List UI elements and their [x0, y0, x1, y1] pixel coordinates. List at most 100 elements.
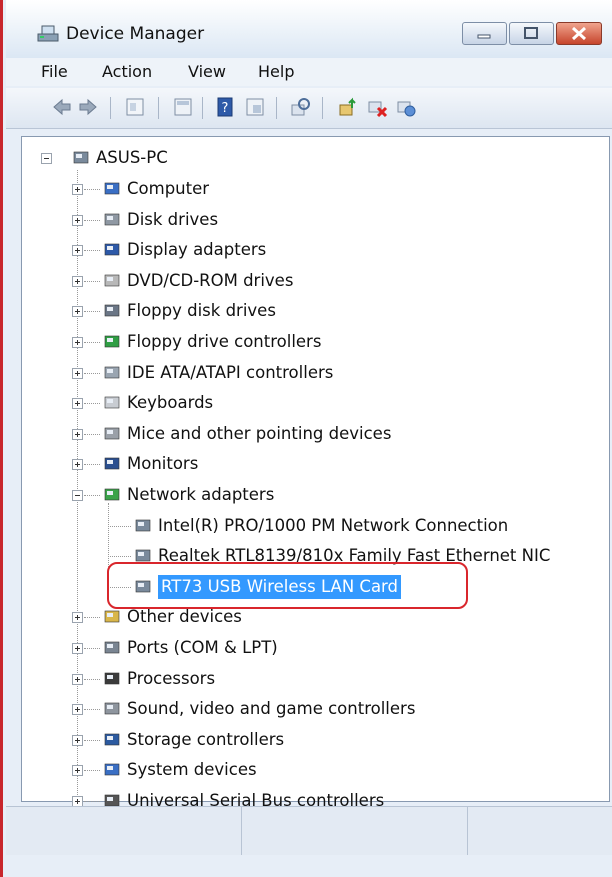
processor-icon — [104, 672, 120, 685]
system-devices-icon — [104, 763, 120, 776]
tree-category-computer[interactable]: Computer — [3, 177, 603, 201]
expand-icon[interactable] — [72, 643, 83, 654]
tree-category-floppy-drive-controllers[interactable]: Floppy drive controllers — [3, 330, 603, 354]
tree-item-label: Keyboards — [127, 393, 214, 412]
tree-category-dvd-cd-rom-drives[interactable]: DVD/CD-ROM drives — [3, 269, 603, 293]
maximize-button[interactable] — [509, 22, 554, 45]
uninstall-device-icon[interactable] — [395, 96, 417, 118]
floppy-drive-icon — [104, 304, 120, 317]
tree-category-mice-and-other-pointing-devices[interactable]: Mice and other pointing devices — [3, 422, 603, 446]
tree-category-monitors[interactable]: Monitors — [3, 452, 603, 476]
tree-category-keyboards[interactable]: Keyboards — [3, 391, 603, 415]
view-icon[interactable] — [244, 96, 266, 118]
tree-item-label: Floppy drive controllers — [127, 332, 322, 351]
help-icon[interactable]: ? — [214, 96, 236, 118]
computer-icon — [104, 182, 120, 195]
tree-category-disk-drives[interactable]: Disk drives — [3, 208, 603, 232]
display-adapter-icon — [104, 243, 120, 256]
tree-item-label: Display adapters — [127, 240, 267, 259]
window-title: Device Manager — [66, 24, 205, 44]
tree-category-storage-controllers[interactable]: Storage controllers — [3, 728, 603, 752]
tree-category-network-adapters[interactable]: Network adapters — [3, 483, 603, 507]
mouse-icon — [104, 427, 120, 440]
minimize-icon — [477, 34, 491, 39]
menu-help[interactable]: Help — [258, 62, 294, 81]
tree-category-floppy-disk-drives[interactable]: Floppy disk drives — [3, 299, 603, 323]
tree-item-label: Processors — [127, 669, 216, 688]
expand-icon[interactable] — [72, 215, 83, 226]
monitor-icon — [104, 457, 120, 470]
computer-root-icon — [73, 151, 89, 164]
disk-drive-icon — [104, 213, 120, 226]
expand-icon[interactable] — [72, 765, 83, 776]
expand-icon[interactable] — [72, 704, 83, 715]
properties-icon[interactable] — [124, 96, 146, 118]
floppy-controller-icon — [104, 335, 120, 348]
tree-item-label: Sound, video and game controllers — [127, 699, 416, 718]
storage-controller-icon — [104, 733, 120, 746]
menu-bar: File Action View Help — [6, 58, 612, 86]
expand-icon[interactable] — [72, 368, 83, 379]
tree-item-label: Monitors — [127, 454, 199, 473]
port-icon — [104, 641, 120, 654]
show-hide-tree-icon[interactable] — [172, 96, 194, 118]
tree-category-ide-ata-atapi-controllers[interactable]: IDE ATA/ATAPI controllers — [3, 361, 603, 385]
update-driver-icon[interactable] — [337, 96, 359, 118]
tree-item-label: DVD/CD-ROM drives — [127, 271, 294, 290]
annotation-highlight-box — [107, 562, 468, 609]
tree-item-label: Ports (COM & LPT) — [127, 638, 278, 657]
close-button[interactable] — [556, 22, 602, 45]
tree-item-label: Storage controllers — [127, 730, 285, 749]
expand-icon[interactable] — [72, 459, 83, 470]
tree-item-label: Intel(R) PRO/1000 PM Network Connection — [158, 516, 509, 535]
dvd-drive-icon — [104, 274, 120, 287]
tree-category-display-adapters[interactable]: Display adapters — [3, 238, 603, 262]
ide-controller-icon — [104, 366, 120, 379]
tree-item-label: Disk drives — [127, 210, 219, 229]
tree-item-label: ASUS-PC — [96, 148, 168, 167]
svg-text:?: ? — [222, 101, 229, 116]
tree-device-intel-r-pro-1000-pm-network-connection[interactable]: Intel(R) PRO/1000 PM Network Connection — [3, 514, 603, 538]
expand-icon[interactable] — [72, 429, 83, 440]
device-manager-window: Device Manager File Action View Help ? A… — [0, 0, 612, 877]
expand-icon[interactable] — [72, 184, 83, 195]
tree-category-ports-com-lpt[interactable]: Ports (COM & LPT) — [3, 636, 603, 660]
menu-action[interactable]: Action — [102, 62, 152, 81]
expand-icon[interactable] — [72, 674, 83, 685]
disable-device-icon[interactable] — [366, 96, 388, 118]
tree-category-sound-video-and-game-controllers[interactable]: Sound, video and game controllers — [3, 697, 603, 721]
tree-item-label: IDE ATA/ATAPI controllers — [127, 363, 334, 382]
collapse-icon[interactable] — [72, 490, 83, 501]
scan-hardware-icon[interactable] — [290, 96, 312, 118]
forward-icon[interactable] — [77, 96, 99, 118]
tree-item-label: Floppy disk drives — [127, 301, 276, 320]
expand-icon[interactable] — [72, 735, 83, 746]
close-icon — [571, 26, 587, 41]
tree-item-label: Computer — [127, 179, 210, 198]
collapse-icon[interactable] — [41, 153, 52, 164]
tree-item-label: System devices — [127, 760, 257, 779]
expand-icon[interactable] — [72, 306, 83, 317]
sound-icon — [104, 702, 120, 715]
minimize-button[interactable] — [462, 22, 507, 45]
expand-icon[interactable] — [72, 245, 83, 256]
tree-item-label: Network adapters — [127, 485, 275, 504]
keyboard-icon — [104, 396, 120, 409]
tree-category-processors[interactable]: Processors — [3, 667, 603, 691]
toolbar: ? — [6, 88, 612, 129]
other-devices-icon — [104, 610, 120, 623]
tree-root-asus-pc[interactable]: ASUS-PC — [3, 146, 603, 170]
tree-category-system-devices[interactable]: System devices — [3, 758, 603, 782]
maximize-icon — [524, 27, 538, 39]
expand-icon[interactable] — [72, 612, 83, 623]
menu-file[interactable]: File — [41, 62, 68, 81]
status-bar — [6, 806, 612, 855]
menu-view[interactable]: View — [188, 62, 226, 81]
expand-icon[interactable] — [72, 398, 83, 409]
tree-item-label: Mice and other pointing devices — [127, 424, 392, 443]
back-icon[interactable] — [51, 96, 73, 118]
expand-icon[interactable] — [72, 337, 83, 348]
expand-icon[interactable] — [72, 276, 83, 287]
title-bar[interactable]: Device Manager — [6, 0, 612, 58]
network-card-icon — [135, 519, 151, 532]
